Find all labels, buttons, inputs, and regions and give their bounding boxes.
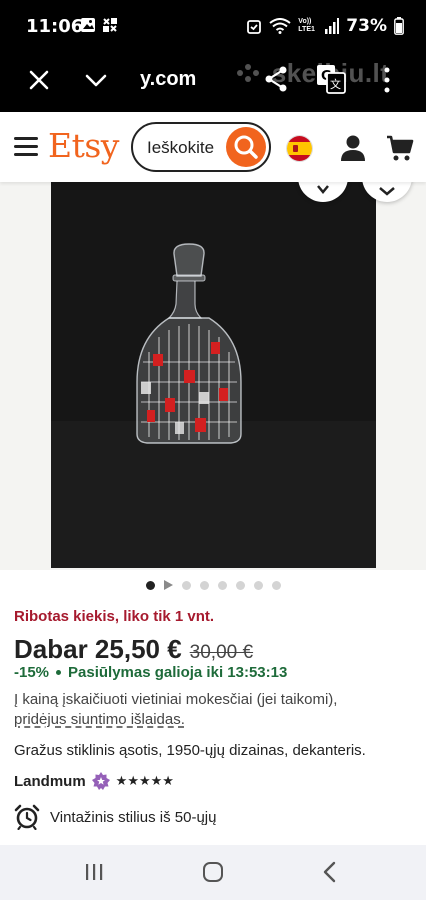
gallery-dot-3[interactable]	[181, 580, 191, 590]
product-image[interactable]	[51, 182, 376, 568]
watermark-dots-icon	[237, 64, 259, 82]
search-input[interactable]: Ieškokite	[131, 122, 271, 172]
tax-notice: Į kainą įskaičiuoti vietiniai mokesčiai …	[14, 690, 414, 730]
grid-notification-icon	[103, 18, 117, 32]
system-navigation-bar	[0, 845, 426, 900]
current-price: Dabar 25,50 €	[14, 634, 182, 664]
rating-stars: ★★★★★	[115, 773, 174, 788]
stock-notice: Ribotas kiekis, liko tik 1 vnt.	[14, 608, 215, 625]
vintage-text: Vintažinis stilius iš 50-ųjų	[50, 808, 217, 826]
status-bar: 11:06 Vo)) LTE1 73%	[0, 0, 426, 52]
share-icon[interactable]	[264, 65, 288, 93]
home-button-icon[interactable]	[203, 862, 223, 882]
gallery-dot-6[interactable]	[235, 580, 245, 590]
close-icon[interactable]	[26, 67, 52, 93]
back-icon[interactable]	[322, 861, 336, 883]
gallery-dot-1[interactable]	[145, 580, 155, 590]
gallery-notification-icon	[81, 18, 95, 32]
decanter-image	[136, 243, 242, 444]
video-play-icon[interactable]	[163, 580, 173, 590]
favorite-overlay-button[interactable]	[362, 182, 412, 202]
battery-percent: 73%	[346, 16, 387, 36]
alarm-status-icon	[247, 20, 262, 34]
notification-icons	[80, 17, 118, 33]
svg-text:文: 文	[330, 77, 341, 91]
search-placeholder: Ieškokite	[147, 138, 215, 157]
price-row: Dabar 25,50 € 30,00 €	[14, 634, 253, 665]
heart-icon	[379, 187, 395, 196]
battery-icon	[394, 17, 404, 35]
more-menu-icon[interactable]	[382, 65, 392, 95]
etsy-header: Etsy Ieškokite	[0, 112, 426, 182]
translate-icon[interactable]: G文	[316, 64, 346, 94]
recent-apps-icon[interactable]	[84, 863, 104, 881]
gallery-dot-8[interactable]	[271, 580, 281, 590]
share-small-icon	[317, 185, 329, 194]
gallery-dot-5[interactable]	[217, 580, 227, 590]
shipping-link[interactable]: pridėjus siuntimo išlaidas.	[14, 711, 185, 728]
search-button[interactable]	[226, 127, 266, 167]
original-price: 30,00 €	[189, 642, 254, 663]
watermark-logo: skelbiu.lt	[236, 58, 389, 89]
hamburger-menu-icon[interactable]	[14, 137, 38, 157]
etsy-logo[interactable]: Etsy	[48, 126, 119, 165]
alarm-clock-icon	[14, 804, 40, 830]
discount-row: -15% Pasiūlymas galioja iki 13:53:13	[14, 664, 287, 681]
url-text[interactable]: y.com	[140, 68, 196, 91]
network-label: Vo)) LTE1	[298, 18, 315, 33]
share-overlay-button[interactable]	[298, 182, 348, 202]
tax-text: Į kainą įskaičiuoti vietiniai mokesčiai …	[14, 691, 338, 708]
vintage-row: Vintažinis stilius iš 50-ųjų	[14, 804, 216, 830]
gallery-dot-4[interactable]	[199, 580, 209, 590]
spain-flag-icon[interactable]	[286, 135, 313, 162]
separator-dot	[56, 670, 62, 675]
signal-icon	[325, 18, 340, 34]
status-time: 11:06	[26, 16, 84, 37]
shop-name[interactable]: Landmum	[14, 773, 86, 790]
wifi-icon	[269, 18, 291, 34]
user-icon[interactable]	[340, 134, 366, 162]
product-gallery[interactable]	[0, 182, 426, 570]
status-right: Vo)) LTE1 73%	[246, 16, 404, 36]
gallery-dot-7[interactable]	[253, 580, 263, 590]
shop-row: Landmum ★★★★★	[14, 772, 174, 790]
cart-icon[interactable]	[386, 134, 414, 162]
star-seller-badge-icon	[91, 772, 110, 790]
discount-percent: -15%	[14, 664, 50, 681]
product-title: Gražus stiklinis ąsotis, 1950-ųjų dizain…	[14, 742, 366, 759]
search-icon	[234, 135, 258, 159]
browser-toolbar: y.com skelbiu.lt G文	[0, 52, 426, 112]
gallery-pagination[interactable]	[0, 578, 426, 592]
chevron-down-icon[interactable]	[84, 68, 108, 92]
offer-deadline: Pasiūlymas galioja iki 13:53:13	[68, 664, 288, 681]
